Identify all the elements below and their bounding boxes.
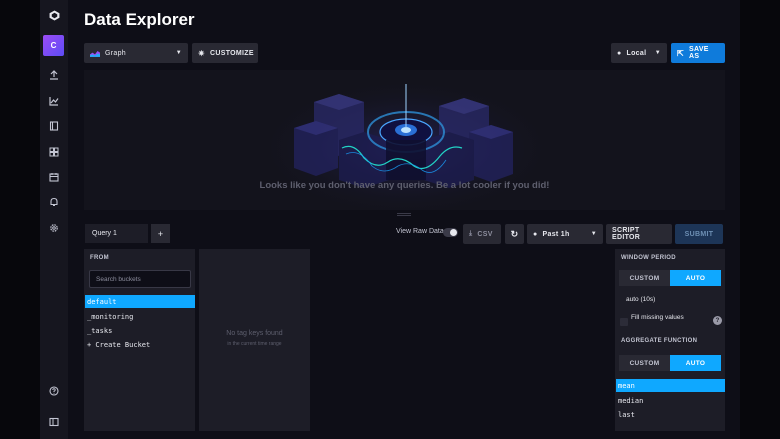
bucket-item-monitoring[interactable]: _monitoring [85, 310, 195, 323]
dashboards-icon[interactable] [40, 142, 68, 162]
csv-button[interactable]: ⤓ CSV [463, 224, 501, 244]
function-item-mean[interactable]: mean [616, 379, 725, 392]
outer-right-margin [740, 0, 780, 439]
chevron-down-icon: ▼ [175, 50, 182, 56]
customize-button[interactable]: ✷ CUSTOMIZE [192, 43, 258, 63]
from-header: FROM [90, 255, 109, 261]
influx-logo-icon[interactable] [40, 5, 68, 25]
window-auto-value: auto (10s) [626, 296, 656, 303]
question-icon[interactable]: ? [713, 316, 722, 325]
bucket-item-tasks[interactable]: _tasks [85, 324, 195, 337]
graph-type-label: Graph [105, 49, 126, 57]
function-item-last[interactable]: last [616, 408, 725, 421]
resize-handle[interactable] [397, 213, 411, 217]
no-tag-keys-message: No tag keys found [226, 330, 283, 337]
submit-button[interactable]: SUBMIT [675, 224, 723, 244]
graph-type-dropdown[interactable]: Graph ▼ [84, 43, 188, 63]
upload-icon[interactable] [40, 65, 68, 85]
raw-data-toggle[interactable] [443, 228, 458, 237]
aggregate-toggle: CUSTOM AUTO [619, 355, 721, 371]
org-avatar[interactable]: C [43, 35, 64, 56]
raw-data-label: View Raw Data [396, 228, 444, 235]
create-bucket-button[interactable]: + Create Bucket [85, 338, 195, 351]
add-query-button[interactable]: + [151, 224, 170, 243]
chevron-down-icon: ▼ [590, 231, 597, 237]
aggregate-panel: WINDOW PERIOD CUSTOM AUTO auto (10s) Fil… [615, 249, 725, 431]
clock-icon: ● [617, 49, 622, 57]
chevron-down-icon: ▼ [654, 50, 661, 56]
empty-graph-message: Looks like you don't have any queries. B… [259, 180, 550, 191]
window-custom-button[interactable]: CUSTOM [619, 270, 670, 286]
save-as-label: SAVE AS [689, 46, 709, 60]
app-root: C Data Explorer Graph ▼ ✷ CUSTOMIZE ● Lo… [0, 0, 780, 439]
main-content: Data Explorer Graph ▼ ✷ CUSTOMIZE ● Loca… [68, 0, 740, 439]
download-icon: ⤓ [469, 230, 473, 237]
script-editor-button[interactable]: SCRIPT EDITOR [606, 224, 672, 244]
csv-label: CSV [477, 230, 493, 238]
query-tab[interactable]: Query 1 [85, 224, 148, 243]
time-range-label: Past 1h [542, 230, 570, 238]
bucket-item-default[interactable]: default [85, 295, 195, 308]
gear-icon: ✷ [198, 48, 206, 58]
aggregate-function-header: AGGREGATE FUNCTION [621, 338, 698, 344]
no-tag-keys-subtitle: in the current time range [227, 341, 282, 347]
window-period-header: WINDOW PERIOD [621, 255, 676, 261]
settings-gear-icon[interactable] [40, 218, 68, 238]
timezone-dropdown[interactable]: ● Local ▼ [611, 43, 667, 63]
graph-empty-area: Looks like you don't have any queries. B… [84, 70, 725, 210]
refresh-button[interactable]: ↻ [505, 224, 524, 244]
fill-missing-checkbox[interactable] [620, 318, 628, 326]
refresh-icon: ↻ [510, 228, 519, 239]
window-period-toggle: CUSTOM AUTO [619, 270, 721, 286]
outer-left-margin [0, 0, 40, 439]
notebooks-icon[interactable] [40, 116, 68, 136]
time-range-dropdown[interactable]: ● Past 1h ▼ [527, 224, 603, 244]
data-explorer-icon[interactable] [40, 91, 68, 111]
fill-missing-label: Fill missing values [631, 314, 684, 321]
help-icon[interactable] [40, 381, 68, 401]
export-icon: ⇱ [677, 48, 685, 58]
collapse-nav-icon[interactable] [40, 412, 68, 432]
function-item-median[interactable]: median [616, 394, 725, 407]
save-as-button[interactable]: ⇱ SAVE AS [671, 43, 725, 63]
timezone-label: Local [626, 49, 647, 57]
tasks-calendar-icon[interactable] [40, 167, 68, 187]
window-auto-button[interactable]: AUTO [670, 270, 721, 286]
graph-icon [90, 50, 100, 57]
left-nav: C [40, 0, 68, 439]
tag-key-panel: No tag keys found in the current time ra… [199, 249, 310, 431]
from-panel: FROM Search buckets default _monitoring … [84, 249, 195, 431]
page-title: Data Explorer [84, 10, 195, 29]
alerts-bell-icon[interactable] [40, 192, 68, 212]
bucket-search-input[interactable]: Search buckets [89, 270, 191, 288]
aggregate-auto-button[interactable]: AUTO [670, 355, 721, 371]
aggregate-custom-button[interactable]: CUSTOM [619, 355, 670, 371]
clock-icon: ● [533, 230, 538, 238]
customize-label: CUSTOMIZE [210, 49, 254, 57]
